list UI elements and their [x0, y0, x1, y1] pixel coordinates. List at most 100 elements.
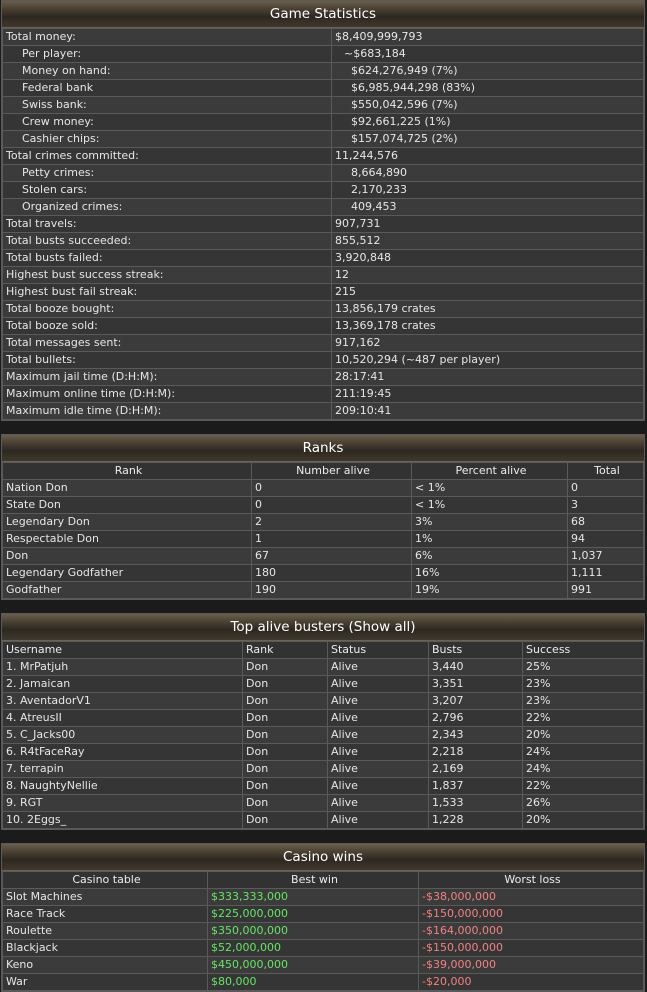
casino-worst-loss: -$38,000,000: [418, 888, 644, 906]
stat-row: Total busts succeeded: 855,512: [2, 232, 644, 250]
buster-status: Alive: [327, 794, 429, 812]
stat-row: Cashier chips: $157,074,725 (2%): [2, 130, 644, 148]
stat-value: 215: [331, 283, 644, 301]
ranks-header-total: Total: [567, 462, 644, 480]
stat-label: Highest bust success streak:: [2, 266, 332, 284]
rank-total: 1,111: [567, 564, 644, 582]
buster-success: 22%: [522, 709, 644, 727]
busters-header-username: Username: [2, 641, 243, 659]
buster-username[interactable]: 8. NaughtyNellie: [2, 777, 243, 795]
stat-row: Total booze bought: 13,856,179 crates: [2, 300, 644, 318]
buster-username[interactable]: 6. R4tFaceRay: [2, 743, 243, 761]
rank-percent-alive: 19%: [411, 581, 568, 599]
stat-value: 907,731: [331, 215, 644, 233]
top-busters-panel: Top alive busters (Show all) Username Ra…: [1, 613, 645, 830]
casino-worst-loss: -$20,000: [418, 973, 644, 991]
buster-row: 7. terrapin Don Alive 2,169 24%: [2, 760, 644, 778]
stat-value: 3,920,848: [331, 249, 644, 267]
casino-best-win: $450,000,000: [207, 956, 419, 974]
casino-table-name: Slot Machines: [2, 888, 208, 906]
buster-status: Alive: [327, 726, 429, 744]
stat-label: Total busts succeeded:: [2, 232, 332, 250]
casino-header-worst-loss: Worst loss: [418, 871, 644, 889]
rank-number-alive: 0: [251, 479, 412, 497]
buster-rank: Don: [242, 692, 328, 710]
stat-value: $624,276,949 (7%): [331, 62, 644, 80]
buster-row: 5. C_Jacks00 Don Alive 2,343 20%: [2, 726, 644, 744]
buster-success: 23%: [522, 675, 644, 693]
casino-table-name: Race Track: [2, 905, 208, 923]
casino-worst-loss: -$150,000,000: [418, 905, 644, 923]
stat-row: Total messages sent: 917,162: [2, 334, 644, 352]
buster-row: 9. RGT Don Alive 1,533 26%: [2, 794, 644, 812]
buster-busts: 1,228: [428, 811, 523, 829]
buster-status: Alive: [327, 743, 429, 761]
buster-busts: 2,796: [428, 709, 523, 727]
buster-username[interactable]: 4. AtreusII: [2, 709, 243, 727]
stat-value: 211:19:45: [331, 385, 644, 403]
stat-row: Total money: $8,409,999,793: [2, 28, 644, 46]
buster-username[interactable]: 10. 2Eggs_: [2, 811, 243, 829]
stat-value: 209:10:41: [331, 402, 644, 420]
ranks-table: Rank Number alive Percent alive Total Na…: [2, 462, 644, 599]
rank-percent-alive: 16%: [411, 564, 568, 582]
stat-label: Total bullets:: [2, 351, 332, 369]
rank-row: Don 67 6% 1,037: [2, 547, 644, 565]
buster-username[interactable]: 2. Jamaican: [2, 675, 243, 693]
buster-rank: Don: [242, 760, 328, 778]
rank-number-alive: 67: [251, 547, 412, 565]
buster-row: 1. MrPatjuh Don Alive 3,440 25%: [2, 658, 644, 676]
rank-percent-alive: < 1%: [411, 479, 568, 497]
top-busters-title[interactable]: Top alive busters (Show all): [2, 614, 644, 641]
stat-label: Petty crimes:: [2, 164, 332, 182]
stat-row: Federal bank $6,985,944,298 (83%): [2, 79, 644, 97]
buster-username[interactable]: 5. C_Jacks00: [2, 726, 243, 744]
casino-table-name: Blackjack: [2, 939, 208, 957]
stat-label: Maximum idle time (D:H:M):: [2, 402, 332, 420]
stat-row: Per player: ~$683,184: [2, 45, 644, 63]
stat-label: Swiss bank:: [2, 96, 332, 114]
buster-busts: 2,218: [428, 743, 523, 761]
casino-table-name: War: [2, 973, 208, 991]
stat-value: 2,170,233: [331, 181, 644, 199]
stat-row: Petty crimes: 8,664,890: [2, 164, 644, 182]
stat-value: 13,856,179 crates: [331, 300, 644, 318]
rank-number-alive: 190: [251, 581, 412, 599]
stat-value: 12: [331, 266, 644, 284]
buster-username[interactable]: 7. terrapin: [2, 760, 243, 778]
ranks-panel: Ranks Rank Number alive Percent alive To…: [1, 434, 645, 600]
game-statistics-table: Total money: $8,409,999,793 Per player: ~$6…: [2, 28, 644, 420]
buster-rank: Don: [242, 743, 328, 761]
buster-rank: Don: [242, 777, 328, 795]
ranks-header-number-alive: Number alive: [251, 462, 412, 480]
rank-total: 94: [567, 530, 644, 548]
buster-username[interactable]: 1. MrPatjuh: [2, 658, 243, 676]
ranks-header-percent-alive: Percent alive: [411, 462, 568, 480]
ranks-title: Ranks: [2, 435, 644, 462]
stat-row: Maximum jail time (D:H:M): 28:17:41: [2, 368, 644, 386]
rank-percent-alive: 6%: [411, 547, 568, 565]
stat-value: 28:17:41: [331, 368, 644, 386]
stat-value: $550,042,596 (7%): [331, 96, 644, 114]
casino-worst-loss: -$150,000,000: [418, 939, 644, 957]
stat-label: Maximum online time (D:H:M):: [2, 385, 332, 403]
buster-rank: Don: [242, 709, 328, 727]
rank-percent-alive: 3%: [411, 513, 568, 531]
rank-name: State Don: [2, 496, 252, 514]
buster-row: 6. R4tFaceRay Don Alive 2,218 24%: [2, 743, 644, 761]
casino-row: Slot Machines $333,333,000 -$38,000,000: [2, 888, 644, 906]
buster-row: 8. NaughtyNellie Don Alive 1,837 22%: [2, 777, 644, 795]
casino-table-name: Roulette: [2, 922, 208, 940]
buster-success: 20%: [522, 811, 644, 829]
stat-label: Total crimes committed:: [2, 147, 332, 165]
rank-row: Legendary Godfather 180 16% 1,111: [2, 564, 644, 582]
stat-label: Total booze sold:: [2, 317, 332, 335]
casino-wins-panel: Casino wins Casino table Best win Worst …: [1, 843, 645, 992]
rank-percent-alive: 1%: [411, 530, 568, 548]
buster-username[interactable]: 3. AventadorV1: [2, 692, 243, 710]
stat-label: Stolen cars:: [2, 181, 332, 199]
stat-label: Organized crimes:: [2, 198, 332, 216]
buster-username[interactable]: 9. RGT: [2, 794, 243, 812]
busters-header-status: Status: [327, 641, 429, 659]
stat-row: Organized crimes: 409,453: [2, 198, 644, 216]
